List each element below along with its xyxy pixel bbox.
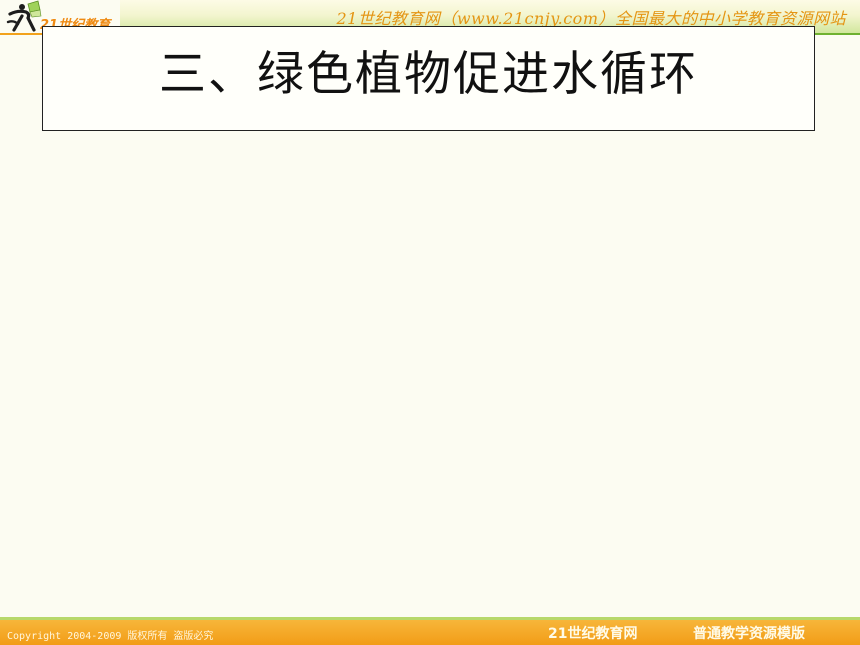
slide-title: 三、绿色植物促进水循环 bbox=[159, 47, 698, 102]
copyright-text: Copyright 2004-2009 版权所有 盗版必究 bbox=[7, 631, 214, 642]
footer-template-name: 普通教学资源模版 bbox=[693, 626, 805, 642]
footer-bar: Copyright 2004-2009 版权所有 盗版必究 21世纪教育网 普通… bbox=[0, 620, 860, 645]
footer-site-name: 21世纪教育网 bbox=[548, 626, 638, 642]
runner-logo-icon bbox=[6, 0, 42, 32]
slide-title-box: 三、绿色植物促进水循环 bbox=[42, 26, 815, 131]
